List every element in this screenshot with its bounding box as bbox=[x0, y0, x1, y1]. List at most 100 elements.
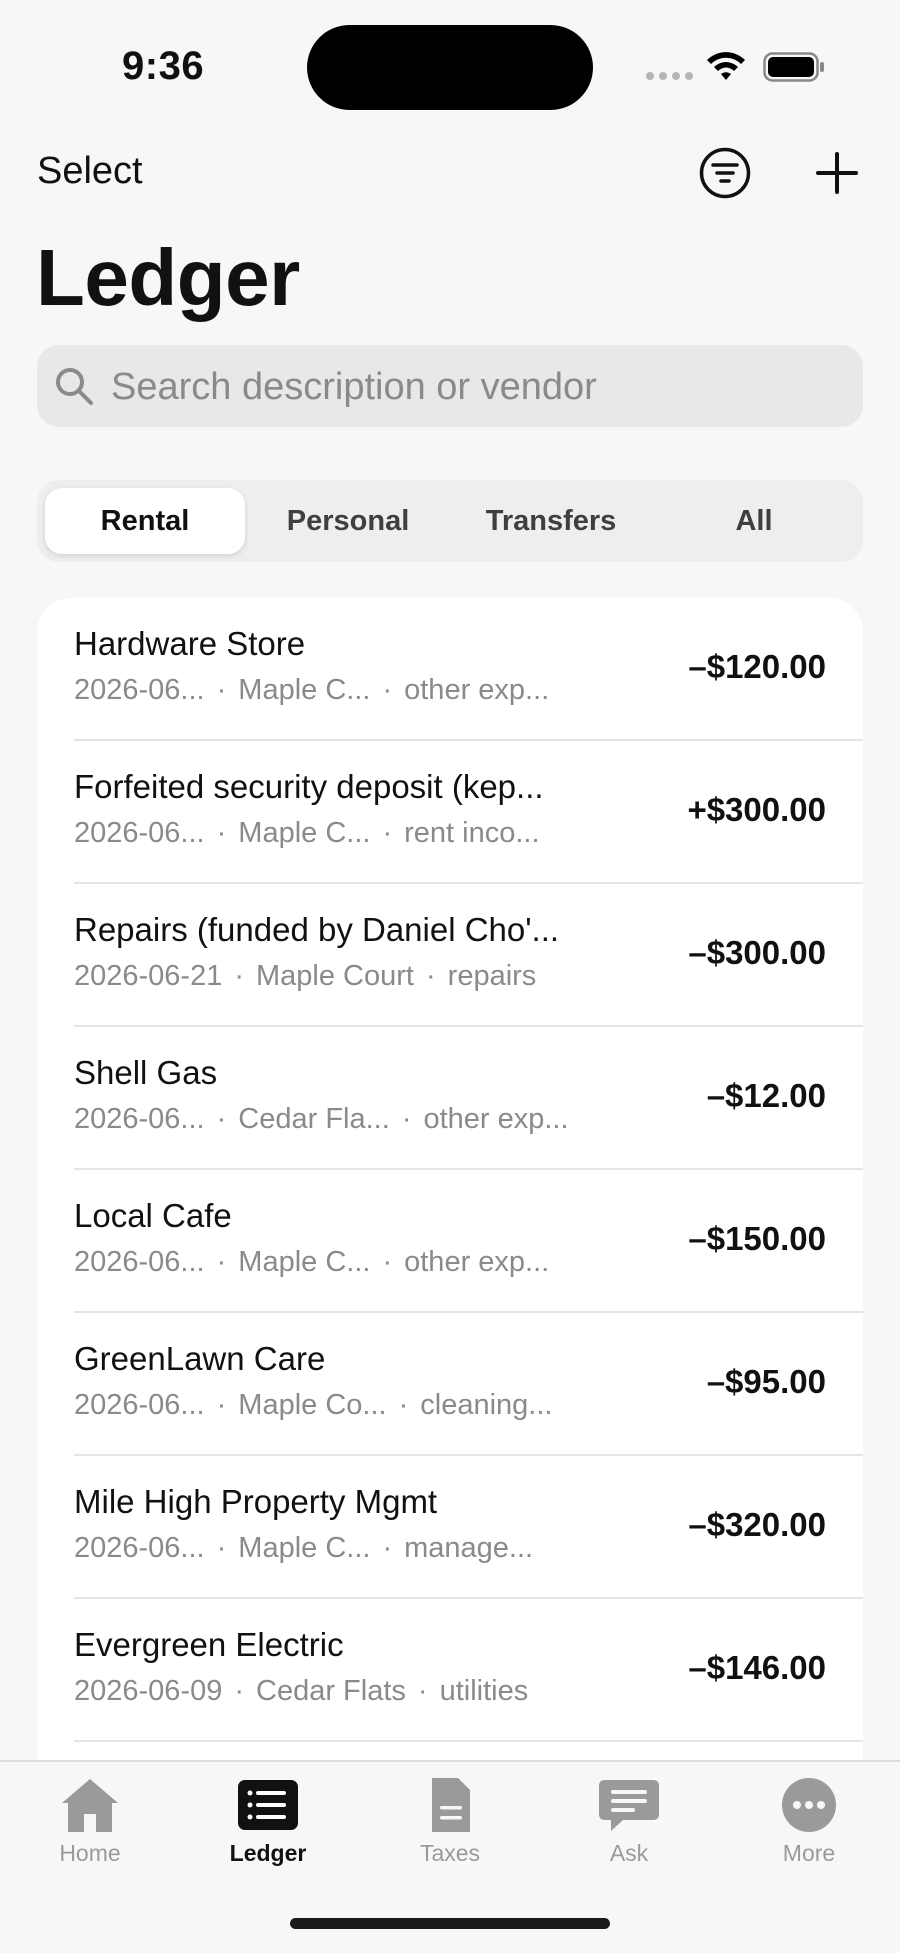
meta-separator: · bbox=[216, 674, 227, 706]
status-time: 9:36 bbox=[122, 44, 205, 88]
transaction-meta: 2026-06... · Maple C... · other exp... bbox=[74, 1246, 549, 1279]
transaction-meta: 2026-06... · Maple C... · rent inco... bbox=[74, 817, 540, 850]
status-bar: 9:36 bbox=[0, 0, 900, 130]
transaction-category: cleaning... bbox=[420, 1389, 553, 1421]
transaction-row[interactable]: GreenLawn Care 2026-06... · Maple Co... · cl… bbox=[37, 1313, 863, 1456]
transaction-amount: –$320.00 bbox=[688, 1506, 826, 1543]
transaction-property: Maple C... bbox=[238, 817, 371, 849]
tab-home[interactable]: Home bbox=[20, 1776, 160, 1886]
tab-label: Taxes bbox=[419, 1840, 481, 1866]
transaction-date: 2026-06... bbox=[74, 817, 205, 849]
transaction-row[interactable]: Hardware Store 2026-06... · Maple C... · oth… bbox=[37, 598, 863, 741]
transaction-name: Shell Gas bbox=[74, 1054, 218, 1091]
meta-separator: · bbox=[216, 817, 227, 849]
transaction-category: utilities bbox=[439, 1675, 529, 1707]
transaction-name: Evergreen Electric bbox=[74, 1626, 344, 1663]
meta-separator: · bbox=[234, 1675, 245, 1707]
transaction-name: Forfeited security deposit (kep... bbox=[74, 768, 544, 805]
transaction-category: manage... bbox=[404, 1532, 534, 1564]
transaction-property: Cedar Flats bbox=[256, 1675, 406, 1707]
home-icon bbox=[62, 1779, 118, 1832]
transaction-property: Maple Co... bbox=[238, 1389, 387, 1421]
transaction-category: other exp... bbox=[423, 1103, 569, 1135]
tab-label: Home bbox=[59, 1840, 121, 1866]
meta-separator: · bbox=[425, 960, 436, 992]
transaction-amount: –$300.00 bbox=[688, 934, 826, 971]
segment-all[interactable]: All bbox=[654, 488, 854, 554]
transaction-property: Maple C... bbox=[238, 1246, 371, 1278]
meta-separator: · bbox=[382, 817, 393, 849]
transaction-row[interactable]: Repairs (funded by Daniel Cho'... 2026-0… bbox=[37, 884, 863, 1027]
tab-ask[interactable]: Ask bbox=[559, 1776, 699, 1886]
chat-icon bbox=[599, 1780, 659, 1831]
page-title: Ledger bbox=[36, 233, 300, 322]
transaction-row[interactable]: Evergreen Electric 2026-06-09 · Cedar Flat… bbox=[37, 1599, 863, 1742]
meta-separator: · bbox=[216, 1103, 227, 1135]
transaction-meta: 2026-06... · Cedar Fla... · other exp... bbox=[74, 1103, 569, 1136]
tab-taxes[interactable]: Taxes bbox=[380, 1776, 520, 1886]
transaction-date: 2026-06-09 bbox=[74, 1675, 223, 1707]
transaction-category: other exp... bbox=[404, 674, 550, 706]
meta-separator: · bbox=[382, 1532, 393, 1564]
meta-separator: · bbox=[234, 960, 245, 992]
plus-icon bbox=[816, 152, 858, 194]
meta-separator: · bbox=[216, 1246, 227, 1278]
transaction-date: 2026-06... bbox=[74, 674, 205, 706]
dynamic-island bbox=[307, 25, 593, 110]
transaction-meta: 2026-06-21 · Maple Court · repairs bbox=[74, 960, 536, 993]
transaction-property: Maple C... bbox=[238, 1532, 371, 1564]
transaction-row[interactable]: Mile High Property Mgmt 2026-06... · Maple… bbox=[37, 1456, 863, 1599]
transaction-meta: 2026-06... · Maple Co... · cleaning... bbox=[74, 1389, 552, 1422]
transaction-date: 2026-06... bbox=[74, 1532, 205, 1564]
transaction-meta: 2026-06... · Maple C... · other exp... bbox=[74, 674, 549, 707]
meta-separator: · bbox=[417, 1675, 428, 1707]
segment-rental[interactable]: Rental bbox=[45, 488, 245, 554]
more-icon bbox=[782, 1778, 836, 1832]
filter-icon bbox=[699, 147, 751, 199]
ledger-icon bbox=[238, 1780, 298, 1830]
search-bar[interactable] bbox=[37, 345, 863, 429]
transaction-category: repairs bbox=[447, 960, 537, 992]
segment-transfers[interactable]: Transfers bbox=[451, 488, 651, 554]
segment-personal[interactable]: Personal bbox=[248, 488, 448, 554]
search-icon bbox=[56, 368, 93, 405]
tab-label: Ledger bbox=[229, 1840, 307, 1866]
transaction-property: Maple C... bbox=[238, 674, 371, 706]
transaction-amount: –$146.00 bbox=[688, 1649, 826, 1686]
transaction-row[interactable]: Shell Gas 2026-06... · Cedar Fla... · other … bbox=[37, 1027, 863, 1170]
wifi-icon bbox=[707, 52, 745, 80]
filter-button[interactable] bbox=[698, 146, 752, 200]
row-divider bbox=[74, 1740, 863, 1742]
ledger-filter-segmented-control: Rental Personal Transfers All bbox=[37, 480, 863, 562]
transaction-amount: –$150.00 bbox=[688, 1220, 826, 1257]
meta-separator: · bbox=[216, 1389, 227, 1421]
transaction-date: 2026-06... bbox=[74, 1246, 205, 1278]
transaction-name: Hardware Store bbox=[74, 625, 306, 662]
transaction-date: 2026-06-21 bbox=[74, 960, 223, 992]
meta-separator: · bbox=[216, 1532, 227, 1564]
transaction-amount: –$120.00 bbox=[688, 648, 826, 685]
meta-separator: · bbox=[382, 1246, 393, 1278]
transaction-name: Repairs (funded by Daniel Cho'... bbox=[74, 911, 560, 948]
battery-icon bbox=[763, 52, 824, 82]
cellular-signal-icon bbox=[646, 72, 693, 80]
meta-separator: · bbox=[398, 1389, 409, 1421]
transaction-name: Local Cafe bbox=[74, 1197, 232, 1234]
transaction-meta: 2026-06... · Maple C... · manage... bbox=[74, 1532, 533, 1565]
transaction-meta: 2026-06-09 · Cedar Flats · utilities bbox=[74, 1675, 528, 1708]
transaction-category: other exp... bbox=[404, 1246, 550, 1278]
meta-separator: · bbox=[382, 674, 393, 706]
transaction-category: rent inco... bbox=[404, 817, 540, 849]
select-button[interactable]: Select bbox=[37, 150, 143, 193]
add-transaction-button[interactable] bbox=[810, 146, 864, 200]
transaction-name: Mile High Property Mgmt bbox=[74, 1483, 438, 1520]
transaction-property: Cedar Fla... bbox=[238, 1103, 390, 1135]
transaction-name: GreenLawn Care bbox=[74, 1340, 326, 1377]
search-input[interactable] bbox=[109, 345, 843, 429]
tab-ledger[interactable]: Ledger bbox=[198, 1776, 338, 1886]
transaction-row[interactable]: Forfeited security deposit (kep... 2026-… bbox=[37, 741, 863, 884]
tab-more[interactable]: More bbox=[739, 1776, 879, 1886]
tab-label: More bbox=[782, 1840, 836, 1866]
meta-separator: · bbox=[401, 1103, 412, 1135]
transaction-row[interactable]: Local Cafe 2026-06... · Maple C... · other e… bbox=[37, 1170, 863, 1313]
